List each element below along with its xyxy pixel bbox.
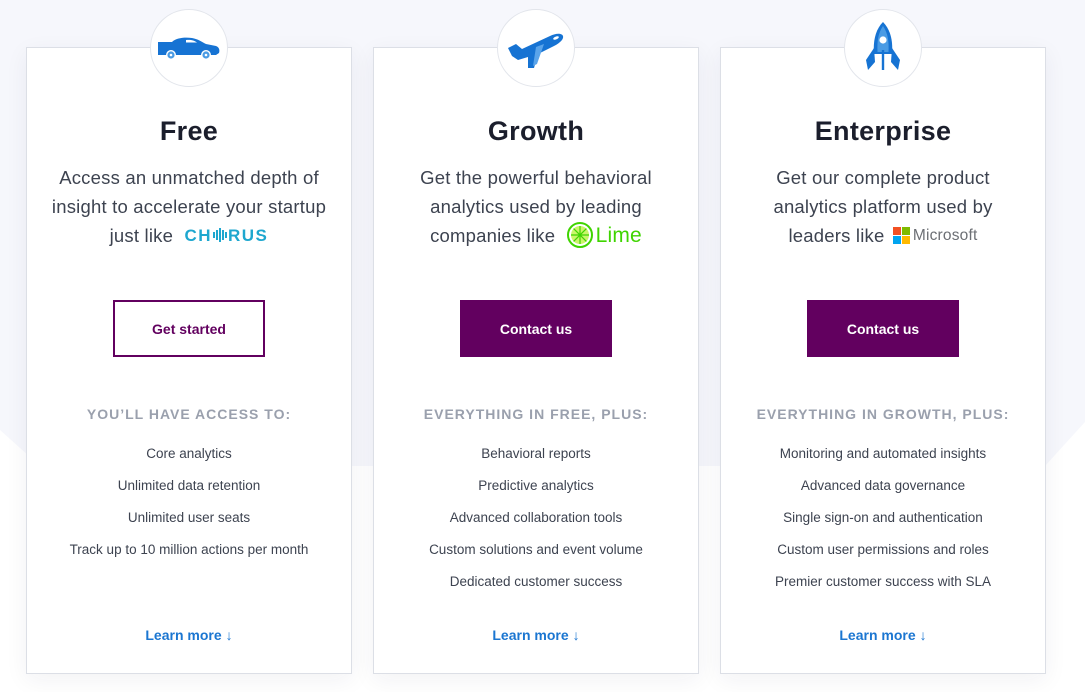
learn-more-label: Learn more (839, 627, 916, 643)
lime-icon (566, 222, 593, 249)
rocket-icon (866, 22, 900, 70)
chorus-logo: CH RUS (184, 221, 268, 250)
features-heading: YOU’LL HAVE ACCESS TO: (86, 406, 292, 422)
plan-icon-badge (844, 9, 922, 87)
feature-item: Dedicated customer success (449, 574, 623, 589)
plan-title: Enterprise (814, 116, 952, 146)
learn-more-label: Learn more (492, 627, 569, 643)
lime-logo: Lime (566, 221, 642, 250)
features-heading: EVERYTHING IN FREE, PLUS: (423, 406, 649, 422)
feature-item: Behavioral reports (481, 446, 591, 461)
learn-more-link[interactable]: Learn more ↓ (27, 627, 351, 643)
feature-item: Custom solutions and event volume (429, 542, 643, 557)
feature-item: Premier customer success with SLA (774, 574, 992, 589)
feature-item: Advanced data governance (800, 478, 966, 493)
feature-item: Unlimited user seats (127, 510, 251, 525)
car-icon (158, 37, 220, 60)
plan-description: Get the powerful behavioral analytics us… (394, 163, 678, 252)
plan-description: Get our complete product analytics platf… (741, 163, 1025, 252)
microsoft-icon (892, 226, 910, 244)
features-list: Behavioral reports Predictive analytics … (374, 445, 698, 605)
feature-item: Monitoring and automated insights (779, 446, 987, 461)
contact-us-button[interactable]: Contact us (460, 300, 612, 357)
learn-more-link[interactable]: Learn more ↓ (721, 627, 1045, 643)
feature-item: Core analytics (146, 446, 232, 461)
plan-card-enterprise: Enterprise Get our complete product anal… (720, 9, 1046, 674)
feature-item: Predictive analytics (478, 478, 594, 493)
feature-item: Advanced collaboration tools (449, 510, 623, 525)
chorus-wave-icon (213, 228, 227, 243)
logo-text: Microsoft (912, 226, 978, 244)
feature-item: Track up to 10 million actions per month (69, 542, 309, 557)
features-heading: EVERYTHING IN GROWTH, PLUS: (756, 406, 1010, 422)
logo-text: CH (184, 225, 212, 245)
contact-us-button[interactable]: Contact us (807, 300, 959, 357)
arrow-down-icon: ↓ (225, 627, 233, 643)
features-list: Monitoring and automated insights Advanc… (721, 445, 1045, 605)
features-list: Core analytics Unlimited data retention … (27, 445, 351, 573)
plan-icon-badge (497, 9, 575, 87)
learn-more-link[interactable]: Learn more ↓ (374, 627, 698, 643)
feature-item: Custom user permissions and roles (777, 542, 989, 557)
microsoft-logo: Microsoft (892, 221, 978, 250)
learn-more-label: Learn more (145, 627, 222, 643)
plan-title: Growth (487, 116, 585, 146)
logo-text: Lime (595, 223, 642, 247)
plan-icon-badge (150, 9, 228, 87)
arrow-down-icon: ↓ (919, 627, 927, 643)
airplane-icon (508, 33, 564, 68)
logo-text: RUS (228, 225, 269, 245)
plan-card-growth: Growth Get the powerful behavioral analy… (373, 9, 699, 674)
plan-card-free: Free Access an unmatched depth of insigh… (26, 9, 352, 674)
plan-title: Free (159, 116, 219, 146)
arrow-down-icon: ↓ (572, 627, 580, 643)
feature-item: Single sign-on and authentication (783, 510, 983, 525)
get-started-button[interactable]: Get started (113, 300, 265, 357)
feature-item: Unlimited data retention (117, 478, 261, 493)
plan-description: Access an unmatched depth of insight to … (47, 163, 331, 252)
